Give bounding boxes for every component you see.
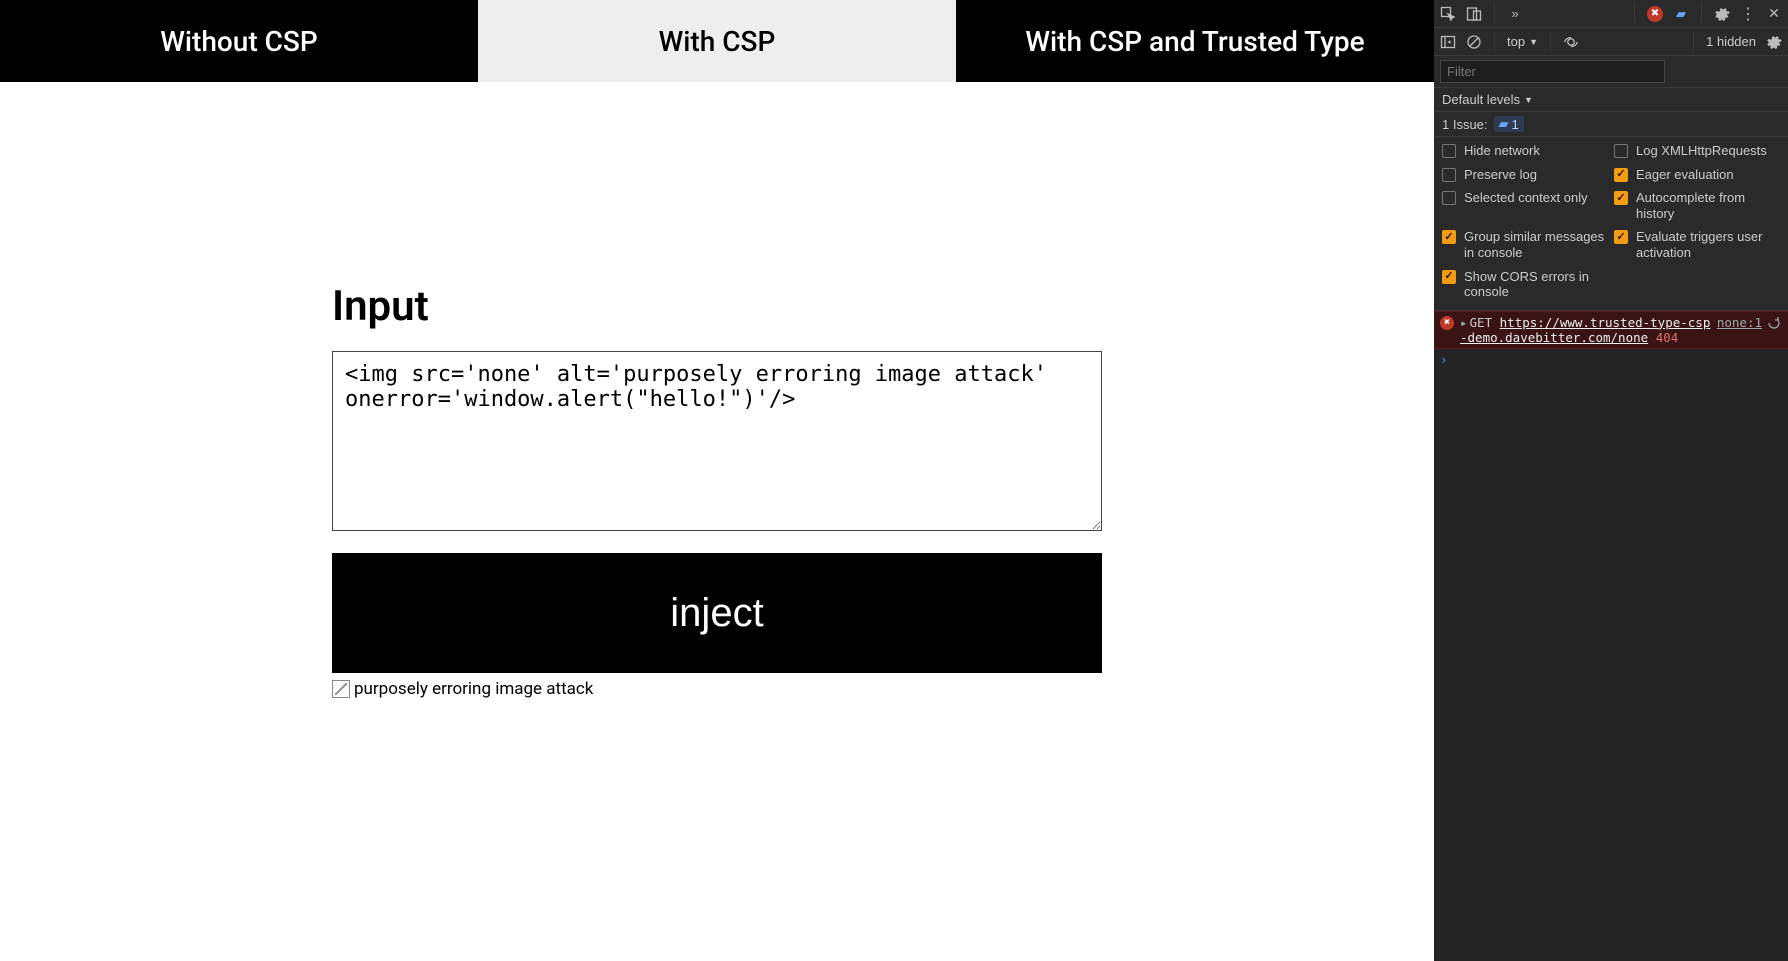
setting-autocomplete-history[interactable]: Autocomplete from history bbox=[1614, 190, 1780, 221]
checkbox-icon bbox=[1614, 230, 1628, 244]
setting-label: Hide network bbox=[1464, 143, 1540, 159]
setting-label: Preserve log bbox=[1464, 167, 1537, 183]
setting-log-xhr[interactable]: Log XMLHttpRequests bbox=[1614, 143, 1780, 159]
console-settings-gear-icon[interactable] bbox=[1766, 34, 1782, 50]
separator bbox=[1701, 4, 1702, 23]
input-heading: Input bbox=[332, 282, 1102, 331]
error-icon: ✖ bbox=[1440, 316, 1454, 330]
execution-context-label: top bbox=[1507, 34, 1525, 49]
devtools-panel: » ✖ ▰ ⋮ ✕ top ▼ 1 hidden bbox=[1434, 0, 1788, 961]
issue-icon: ▰ bbox=[1499, 116, 1509, 132]
response-status: 404 bbox=[1656, 330, 1679, 345]
setting-selected-context-only[interactable]: Selected context only bbox=[1442, 190, 1608, 221]
checkbox-icon bbox=[1442, 230, 1456, 244]
hidden-messages-label[interactable]: 1 hidden bbox=[1706, 34, 1756, 49]
tab-with-csp-trusted-type[interactable]: With CSP and Trusted Type bbox=[956, 0, 1434, 82]
setting-label: Show CORS errors in console bbox=[1464, 269, 1608, 300]
live-expression-icon[interactable] bbox=[1563, 34, 1579, 50]
setting-label: Selected context only bbox=[1464, 190, 1588, 206]
broken-image-alt-text: purposely erroring image attack bbox=[354, 679, 593, 699]
issues-row[interactable]: 1 Issue: ▰ 1 bbox=[1434, 112, 1788, 137]
request-method: GET bbox=[1470, 315, 1493, 330]
setting-label: Autocomplete from history bbox=[1636, 190, 1780, 221]
settings-gear-icon[interactable] bbox=[1714, 6, 1730, 22]
error-source-link[interactable]: none:1 bbox=[1717, 315, 1762, 330]
separator bbox=[1494, 4, 1495, 23]
console-error-entry[interactable]: ✖ ▸GET https://www.trusted-type-csp-demo… bbox=[1434, 311, 1788, 349]
tab-with-csp[interactable]: With CSP bbox=[478, 0, 956, 82]
issues-label: 1 Issue: bbox=[1442, 117, 1488, 132]
tab-without-csp[interactable]: Without CSP bbox=[0, 0, 478, 82]
csp-tab-bar: Without CSP With CSP With CSP and Truste… bbox=[0, 0, 1434, 82]
separator bbox=[1550, 32, 1551, 51]
issues-badge-icon[interactable]: ▰ bbox=[1673, 6, 1689, 22]
setting-label: Evaluate triggers user activation bbox=[1636, 229, 1780, 260]
chevron-down-icon: ▼ bbox=[1524, 95, 1533, 105]
console-filter-row bbox=[1434, 56, 1788, 88]
setting-group-similar[interactable]: Group similar messages in console bbox=[1442, 229, 1608, 260]
setting-label: Log XMLHttpRequests bbox=[1636, 143, 1767, 159]
checkbox-icon bbox=[1442, 144, 1456, 158]
log-levels-label: Default levels bbox=[1442, 92, 1520, 107]
injected-broken-image: purposely erroring image attack bbox=[332, 679, 1102, 699]
console-output: ✖ ▸GET https://www.trusted-type-csp-demo… bbox=[1434, 311, 1788, 961]
setting-evaluate-triggers-activation[interactable]: Evaluate triggers user activation bbox=[1614, 229, 1780, 260]
checkbox-icon bbox=[1442, 270, 1456, 284]
more-tabs-icon[interactable]: » bbox=[1507, 6, 1523, 22]
clear-console-icon[interactable] bbox=[1466, 34, 1482, 50]
log-levels-selector[interactable]: Default levels ▼ bbox=[1434, 88, 1788, 112]
checkbox-icon bbox=[1614, 168, 1628, 182]
payload-textarea[interactable] bbox=[332, 351, 1102, 531]
console-settings-grid: Hide network Log XMLHttpRequests Preserv… bbox=[1434, 137, 1788, 311]
setting-eager-evaluation[interactable]: Eager evaluation bbox=[1614, 167, 1780, 183]
checkbox-icon bbox=[1442, 168, 1456, 182]
inject-button[interactable]: inject bbox=[332, 553, 1102, 673]
console-sidebar-toggle-icon[interactable] bbox=[1440, 34, 1456, 50]
error-count-badge[interactable]: ✖ bbox=[1647, 6, 1663, 22]
setting-label: Group similar messages in console bbox=[1464, 229, 1608, 260]
expand-triangle-icon[interactable]: ▸ bbox=[1460, 315, 1468, 330]
issues-count-badge: ▰ 1 bbox=[1494, 116, 1524, 132]
execution-context-selector[interactable]: top ▼ bbox=[1507, 34, 1538, 49]
issues-count: 1 bbox=[1512, 117, 1519, 132]
devtools-topbar: » ✖ ▰ ⋮ ✕ bbox=[1434, 0, 1788, 28]
broken-image-icon bbox=[332, 680, 350, 698]
replay-xhr-icon[interactable] bbox=[1766, 315, 1782, 331]
chevron-down-icon: ▼ bbox=[1529, 37, 1538, 47]
inspect-element-icon[interactable] bbox=[1440, 6, 1456, 22]
setting-preserve-log[interactable]: Preserve log bbox=[1442, 167, 1608, 183]
console-prompt[interactable]: › bbox=[1434, 349, 1788, 370]
checkbox-icon bbox=[1614, 144, 1628, 158]
setting-show-cors-errors[interactable]: Show CORS errors in console bbox=[1442, 269, 1608, 300]
kebab-menu-icon[interactable]: ⋮ bbox=[1740, 6, 1756, 22]
setting-label: Eager evaluation bbox=[1636, 167, 1734, 183]
close-devtools-icon[interactable]: ✕ bbox=[1766, 6, 1782, 22]
setting-hide-network[interactable]: Hide network bbox=[1442, 143, 1608, 159]
separator bbox=[1634, 4, 1635, 23]
checkbox-icon bbox=[1442, 191, 1456, 205]
separator bbox=[1693, 32, 1694, 51]
main-content: Input inject purposely erroring image at… bbox=[0, 82, 1434, 961]
separator bbox=[1494, 32, 1495, 51]
console-filter-input[interactable] bbox=[1440, 60, 1665, 83]
console-toolbar: top ▼ 1 hidden bbox=[1434, 28, 1788, 56]
device-toolbar-icon[interactable] bbox=[1466, 6, 1482, 22]
checkbox-icon bbox=[1614, 191, 1628, 205]
